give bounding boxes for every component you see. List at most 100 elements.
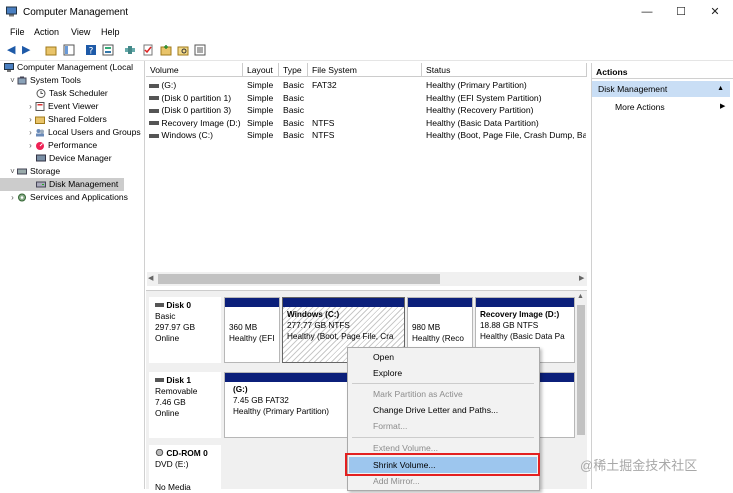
disk1-label[interactable]: Disk 1 Removable 7.46 GB Online: [149, 372, 221, 438]
details-view-icon[interactable]: [194, 44, 206, 56]
cell-type: Basic: [283, 105, 305, 115]
tree-item-performance[interactable]: › Performance: [0, 139, 144, 152]
tree-label: Task Scheduler: [49, 88, 108, 98]
chevron-right-icon[interactable]: ›: [8, 191, 17, 204]
column-type[interactable]: Type: [279, 63, 308, 77]
menu-view[interactable]: View: [71, 27, 90, 37]
table-row[interactable]: (Disk 0 partition 3) Simple Basic Health…: [146, 104, 587, 117]
scroll-right-icon[interactable]: ▶: [579, 274, 584, 282]
collapse-up-icon[interactable]: ▲: [717, 81, 724, 97]
tree-item-shared-folders[interactable]: › Shared Folders: [0, 113, 144, 126]
menu-item-open[interactable]: Open: [373, 350, 394, 364]
tree-item-local-users[interactable]: › Local Users and Groups: [0, 126, 144, 139]
maximize-button[interactable]: ☐: [664, 0, 698, 24]
tree-item-disk-management[interactable]: Disk Management: [0, 178, 124, 191]
partition-size: 277.77 GB NTFS: [287, 321, 350, 330]
menu-item-add-mirror: Add Mirror...: [373, 476, 420, 486]
column-status[interactable]: Status: [422, 63, 587, 77]
chevron-right-icon[interactable]: ›: [26, 100, 35, 113]
volume-icon: [149, 121, 159, 126]
close-button[interactable]: ✕: [698, 0, 732, 24]
cell-volume: (Disk 0 partition 3): [161, 105, 232, 115]
menu-action[interactable]: Action: [34, 27, 59, 37]
cdrom-label[interactable]: CD-ROM 0 DVD (E:) No Media: [149, 445, 221, 492]
partition-status: Healthy (Reco: [412, 334, 464, 343]
column-layout[interactable]: Layout: [243, 63, 279, 77]
menu-item-format: Format...: [373, 421, 408, 431]
tree-item-system-tools[interactable]: ˅ System Tools: [0, 74, 144, 87]
callout-highlight-box: [345, 453, 540, 476]
scroll-up-icon[interactable]: ▲: [577, 293, 584, 300]
cell-type: Basic: [283, 92, 305, 103]
menu-help[interactable]: Help: [101, 27, 120, 37]
disk-type: DVD (E:): [155, 459, 189, 469]
tree-label: Storage: [30, 166, 61, 176]
disk-name: CD-ROM 0: [166, 448, 208, 458]
menu-file[interactable]: File: [10, 27, 25, 37]
disk0-label[interactable]: Disk 0 Basic 297.97 GB Online: [149, 297, 221, 363]
properties-icon[interactable]: [102, 44, 114, 56]
volume-icon: [149, 83, 159, 88]
partition-size: 18.88 GB NTFS: [480, 321, 539, 330]
tree-item-storage[interactable]: ˅ Storage: [0, 165, 144, 178]
tree-item-device-manager[interactable]: Device Manager: [0, 152, 144, 165]
forward-icon[interactable]: ▶: [22, 44, 30, 56]
column-file-system[interactable]: File System: [308, 63, 422, 77]
tree-label: Computer Management (Local: [17, 62, 134, 72]
table-row[interactable]: (Disk 0 partition 1) Simple Basic Health…: [146, 92, 587, 105]
storage-icon: [17, 168, 27, 175]
svg-text:?: ?: [89, 47, 94, 57]
cell-status: Healthy (EFI System Partition): [426, 92, 542, 103]
vertical-scroll-thumb[interactable]: [577, 305, 585, 435]
cell-layout: Simple: [247, 130, 274, 140]
more-actions[interactable]: More Actions: [615, 102, 665, 112]
menu-item-explore[interactable]: Explore: [373, 366, 402, 380]
partition-status: Healthy (Boot, Page File, Cra: [287, 332, 394, 341]
navigation-tree: Computer Management (Local ˅ System Tools…: [0, 61, 145, 489]
new-folder-icon[interactable]: [160, 44, 172, 56]
show-tree-icon[interactable]: [63, 44, 75, 56]
tree-label: Device Manager: [49, 153, 112, 163]
partition-efi[interactable]: 360 MB Healthy (EFI: [224, 297, 280, 363]
menu-item-change-drive-letter[interactable]: Change Drive Letter and Paths...: [373, 403, 498, 417]
partition-header: [408, 298, 472, 307]
performance-icon: [36, 142, 44, 151]
disk-type: Basic: [155, 311, 176, 321]
partition-header: [283, 298, 404, 307]
cell-type: Basic: [283, 130, 305, 140]
disk-type: Removable: [155, 386, 198, 396]
tree-label: Event Viewer: [48, 101, 99, 111]
computer-management-icon: [6, 6, 17, 17]
minimize-button[interactable]: —: [630, 0, 664, 24]
checklist-icon[interactable]: [142, 44, 154, 56]
chevron-right-icon[interactable]: ›: [26, 113, 35, 126]
cell-layout: Simple: [247, 105, 274, 115]
table-row[interactable]: (G:) Simple Basic FAT32 Healthy (Primary…: [146, 79, 587, 92]
tree-item-root[interactable]: Computer Management (Local: [0, 61, 144, 74]
chevron-right-icon[interactable]: ›: [26, 139, 35, 152]
services-icon: [18, 193, 26, 202]
chevron-down-icon[interactable]: ˅: [8, 165, 17, 178]
table-row[interactable]: Recovery Image (D:) Simple Basic NTFS He…: [146, 117, 587, 130]
disk-icon: [155, 378, 164, 382]
tree-item-task-scheduler[interactable]: Task Scheduler: [0, 87, 144, 100]
tree-item-event-viewer[interactable]: › Event Viewer: [0, 100, 144, 113]
tree-label: Local Users and Groups: [48, 127, 141, 137]
partition-name: Windows (C:): [287, 310, 340, 319]
actions-disk-management[interactable]: Disk Management ▲: [592, 81, 730, 97]
column-volume[interactable]: Volume: [146, 63, 243, 77]
back-icon[interactable]: ◀: [7, 44, 15, 56]
actions-selected-label: Disk Management: [598, 84, 668, 94]
tree-item-services[interactable]: › Services and Applications: [0, 191, 144, 204]
search-folder-icon[interactable]: [177, 44, 189, 56]
up-folder-icon[interactable]: [45, 44, 57, 56]
horizontal-scroll-thumb[interactable]: [158, 274, 440, 284]
table-row[interactable]: Windows (C:) Simple Basic NTFS Healthy (…: [146, 129, 587, 142]
connect-icon[interactable]: [124, 44, 136, 56]
chevron-down-icon[interactable]: ˅: [8, 74, 17, 87]
chevron-right-icon[interactable]: ›: [26, 126, 35, 139]
window-title: Computer Management: [23, 7, 129, 18]
scroll-left-icon[interactable]: ◀: [148, 274, 153, 282]
help-icon[interactable]: ?: [85, 44, 97, 56]
cell-type: Basic: [283, 117, 305, 128]
